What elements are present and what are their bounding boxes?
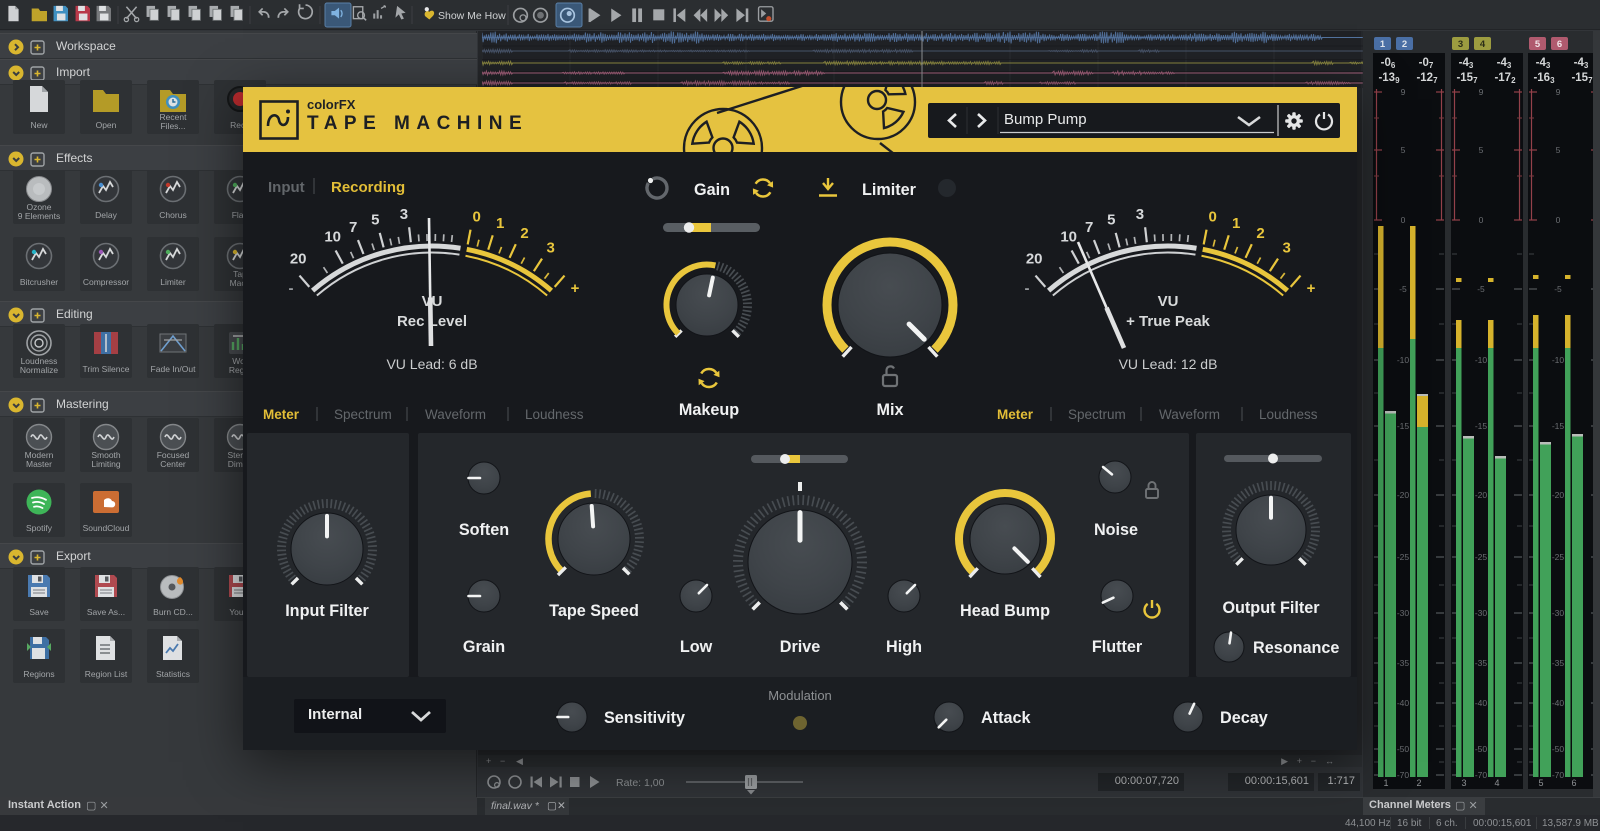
svg-text:1: 1 (1232, 215, 1240, 232)
svg-text:Drive: Drive (780, 638, 821, 656)
svg-text:Tape Speed: Tape Speed (549, 602, 639, 620)
svg-text:20: 20 (290, 251, 307, 268)
svg-text:Input Filter: Input Filter (285, 602, 369, 620)
svg-text:Spectrum: Spectrum (334, 407, 392, 422)
svg-text:3: 3 (1136, 206, 1144, 223)
svg-text:Input: Input (268, 179, 305, 196)
svg-text:Decay: Decay (1220, 709, 1268, 727)
svg-text:Modulation: Modulation (768, 688, 832, 703)
svg-text:Attack: Attack (981, 709, 1031, 727)
svg-text:Gain: Gain (694, 181, 730, 199)
svg-text:Meter: Meter (997, 407, 1034, 422)
svg-text:Waveform: Waveform (1159, 407, 1220, 422)
svg-text:+: + (571, 280, 580, 297)
svg-text:Flutter: Flutter (1092, 638, 1143, 656)
svg-text:7: 7 (1085, 219, 1093, 236)
svg-text:Loudness: Loudness (525, 407, 584, 422)
svg-text:Limiter: Limiter (862, 181, 917, 199)
svg-text:VU Lead: 6 dB: VU Lead: 6 dB (386, 356, 477, 372)
svg-text:5: 5 (1107, 212, 1115, 229)
svg-text:3: 3 (547, 240, 555, 257)
svg-text:Waveform: Waveform (425, 407, 486, 422)
svg-text:3: 3 (400, 206, 408, 223)
svg-text:2: 2 (520, 225, 528, 242)
svg-text:High: High (886, 638, 922, 656)
svg-text:20: 20 (1026, 251, 1043, 268)
svg-text:Rate: 1,00: Rate: 1,00 (616, 777, 665, 789)
svg-text:7: 7 (349, 219, 357, 236)
svg-text:Meter: Meter (263, 407, 300, 422)
svg-text:Soften: Soften (459, 521, 509, 539)
svg-text:10: 10 (1060, 228, 1077, 245)
svg-text:Output Filter: Output Filter (1222, 599, 1320, 617)
svg-text:Low: Low (680, 638, 713, 656)
svg-text:-: - (1025, 280, 1030, 297)
svg-text:Resonance: Resonance (1253, 639, 1339, 657)
svg-text:Sensitivity: Sensitivity (604, 709, 685, 727)
svg-text:2: 2 (1256, 225, 1264, 242)
svg-text:+ True Peak: + True Peak (1126, 313, 1210, 330)
svg-text:3: 3 (1283, 240, 1291, 257)
svg-text:5: 5 (371, 212, 379, 229)
svg-text:Mix: Mix (877, 401, 904, 419)
svg-text:Loudness: Loudness (1259, 407, 1318, 422)
svg-text:0: 0 (1209, 209, 1217, 226)
svg-text:10: 10 (324, 228, 341, 245)
svg-text:+: + (1307, 280, 1316, 297)
svg-text:Makeup: Makeup (679, 401, 739, 419)
svg-text:-: - (289, 280, 294, 297)
svg-text:VU Lead: 12 dB: VU Lead: 12 dB (1119, 356, 1218, 372)
svg-text:Head Bump: Head Bump (960, 602, 1050, 620)
svg-text:Grain: Grain (463, 638, 505, 656)
svg-text:VU: VU (1158, 293, 1179, 310)
svg-text:0: 0 (473, 209, 481, 226)
svg-text:Recording: Recording (331, 179, 405, 196)
svg-text:Spectrum: Spectrum (1068, 407, 1126, 422)
svg-text:Noise: Noise (1094, 521, 1138, 539)
svg-text:1: 1 (496, 215, 504, 232)
svg-text:Show Me How: Show Me How (438, 10, 506, 22)
